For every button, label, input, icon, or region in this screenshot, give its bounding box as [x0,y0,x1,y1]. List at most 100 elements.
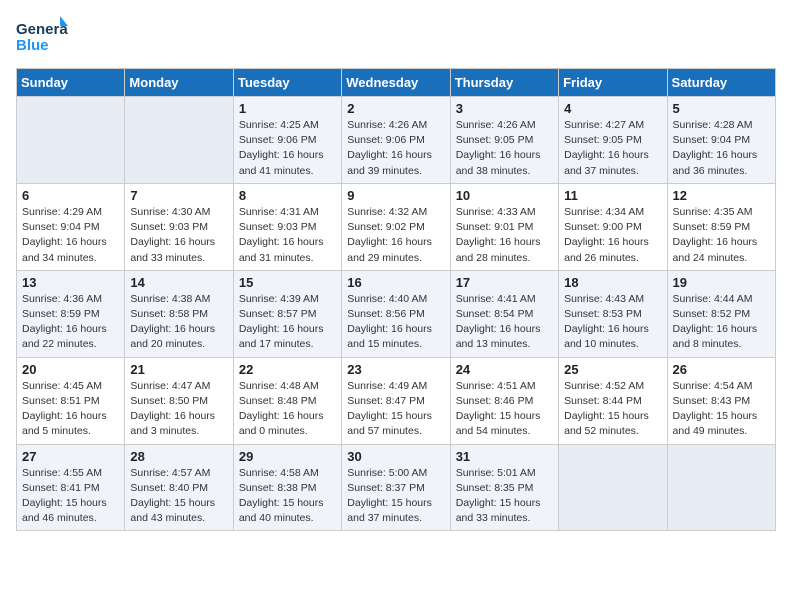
calendar-cell [667,444,775,531]
calendar-cell: 13Sunrise: 4:36 AMSunset: 8:59 PMDayligh… [17,270,125,357]
weekday-header-sunday: Sunday [17,69,125,97]
calendar-week-row: 27Sunrise: 4:55 AMSunset: 8:41 PMDayligh… [17,444,776,531]
day-number: 28 [130,449,227,464]
calendar-cell: 17 Sunrise: 4:41 AMSunset: 8:54 PMDayligh… [450,270,558,357]
day-info: Sunrise: 4:29 AMSunset: 9:04 PMDaylight:… [22,205,119,266]
day-number: 6 [22,188,119,203]
day-info: Sunrise: 5:00 AMSunset: 8:37 PMDaylight:… [347,466,444,527]
calendar-week-row: 20 Sunrise: 4:45 AMSunset: 8:51 PMDayligh… [17,357,776,444]
day-number: 27 [22,449,119,464]
day-number: 20 [22,362,119,377]
day-number: 7 [130,188,227,203]
day-number: 1 [239,101,336,116]
day-number: 16 [347,275,444,290]
weekday-header-friday: Friday [559,69,667,97]
calendar-cell: 11 Sunrise: 4:34 AMSunset: 9:00 PMDayligh… [559,183,667,270]
day-info: Sunrise: 4:45 AMSunset: 8:51 PMDaylight:… [22,379,119,440]
day-number: 30 [347,449,444,464]
day-info: Sunrise: 4:25 AMSunset: 9:06 PMDaylight:… [239,118,336,179]
calendar-cell: 10 Sunrise: 4:33 AMSunset: 9:01 PMDayligh… [450,183,558,270]
day-info: Sunrise: 4:34 AMSunset: 9:00 PMDaylight:… [564,205,661,266]
calendar-cell [125,97,233,184]
calendar-cell: 22 Sunrise: 4:48 AMSunset: 8:48 PMDayligh… [233,357,341,444]
day-info: Sunrise: 4:51 AMSunset: 8:46 PMDaylight:… [456,379,553,440]
weekday-header-saturday: Saturday [667,69,775,97]
day-number: 12 [673,188,770,203]
calendar-cell: 31 Sunrise: 5:01 AMSunset: 8:35 PMDayligh… [450,444,558,531]
day-number: 9 [347,188,444,203]
day-number: 23 [347,362,444,377]
day-info: Sunrise: 4:32 AMSunset: 9:02 PMDaylight:… [347,205,444,266]
calendar-cell: 25Sunrise: 4:52 AMSunset: 8:44 PMDayligh… [559,357,667,444]
day-info: Sunrise: 4:49 AMSunset: 8:47 PMDaylight:… [347,379,444,440]
calendar-week-row: 1 Sunrise: 4:25 AMSunset: 9:06 PMDaylight… [17,97,776,184]
weekday-header-tuesday: Tuesday [233,69,341,97]
calendar-cell: 9 Sunrise: 4:32 AMSunset: 9:02 PMDaylight… [342,183,450,270]
calendar-cell: 16Sunrise: 4:40 AMSunset: 8:56 PMDayligh… [342,270,450,357]
day-info: Sunrise: 4:54 AMSunset: 8:43 PMDaylight:… [673,379,770,440]
calendar-cell: 15Sunrise: 4:39 AMSunset: 8:57 PMDayligh… [233,270,341,357]
calendar-cell: 8 Sunrise: 4:31 AMSunset: 9:03 PMDaylight… [233,183,341,270]
day-info: Sunrise: 4:26 AMSunset: 9:05 PMDaylight:… [456,118,553,179]
day-info: Sunrise: 4:48 AMSunset: 8:48 PMDaylight:… [239,379,336,440]
calendar-cell: 30 Sunrise: 5:00 AMSunset: 8:37 PMDayligh… [342,444,450,531]
weekday-header-wednesday: Wednesday [342,69,450,97]
calendar-cell: 23 Sunrise: 4:49 AMSunset: 8:47 PMDayligh… [342,357,450,444]
calendar-cell: 7 Sunrise: 4:30 AMSunset: 9:03 PMDaylight… [125,183,233,270]
day-number: 24 [456,362,553,377]
day-info: Sunrise: 4:27 AMSunset: 9:05 PMDaylight:… [564,118,661,179]
day-number: 21 [130,362,227,377]
calendar-cell [17,97,125,184]
day-info: Sunrise: 4:31 AMSunset: 9:03 PMDaylight:… [239,205,336,266]
calendar-cell: 5 Sunrise: 4:28 AMSunset: 9:04 PMDaylight… [667,97,775,184]
day-number: 5 [673,101,770,116]
day-info: Sunrise: 4:52 AMSunset: 8:44 PMDaylight:… [564,379,661,440]
day-number: 3 [456,101,553,116]
calendar-cell: 28 Sunrise: 4:57 AMSunset: 8:40 PMDayligh… [125,444,233,531]
day-number: 22 [239,362,336,377]
day-number: 10 [456,188,553,203]
calendar-cell: 24 Sunrise: 4:51 AMSunset: 8:46 PMDayligh… [450,357,558,444]
day-number: 11 [564,188,661,203]
calendar-table: SundayMondayTuesdayWednesdayThursdayFrid… [16,68,776,531]
day-info: Sunrise: 4:36 AMSunset: 8:59 PMDaylight:… [22,292,119,353]
day-number: 18 [564,275,661,290]
day-info: Sunrise: 4:30 AMSunset: 9:03 PMDaylight:… [130,205,227,266]
calendar-cell: 2 Sunrise: 4:26 AMSunset: 9:06 PMDaylight… [342,97,450,184]
day-info: Sunrise: 4:43 AMSunset: 8:53 PMDaylight:… [564,292,661,353]
day-number: 8 [239,188,336,203]
day-number: 4 [564,101,661,116]
page-header: GeneralBlue [16,16,776,58]
svg-text:Blue: Blue [16,37,49,54]
day-info: Sunrise: 4:47 AMSunset: 8:50 PMDaylight:… [130,379,227,440]
calendar-cell: 3 Sunrise: 4:26 AMSunset: 9:05 PMDaylight… [450,97,558,184]
day-number: 26 [673,362,770,377]
calendar-cell: 20 Sunrise: 4:45 AMSunset: 8:51 PMDayligh… [17,357,125,444]
day-info: Sunrise: 4:33 AMSunset: 9:01 PMDaylight:… [456,205,553,266]
calendar-cell: 4 Sunrise: 4:27 AMSunset: 9:05 PMDaylight… [559,97,667,184]
calendar-cell: 19Sunrise: 4:44 AMSunset: 8:52 PMDayligh… [667,270,775,357]
calendar-cell: 1 Sunrise: 4:25 AMSunset: 9:06 PMDaylight… [233,97,341,184]
calendar-week-row: 13Sunrise: 4:36 AMSunset: 8:59 PMDayligh… [17,270,776,357]
calendar-week-row: 6 Sunrise: 4:29 AMSunset: 9:04 PMDaylight… [17,183,776,270]
calendar-cell: 29Sunrise: 4:58 AMSunset: 8:38 PMDayligh… [233,444,341,531]
calendar-cell: 27Sunrise: 4:55 AMSunset: 8:41 PMDayligh… [17,444,125,531]
day-info: Sunrise: 4:57 AMSunset: 8:40 PMDaylight:… [130,466,227,527]
day-number: 29 [239,449,336,464]
day-number: 2 [347,101,444,116]
day-info: Sunrise: 5:01 AMSunset: 8:35 PMDaylight:… [456,466,553,527]
weekday-header-row: SundayMondayTuesdayWednesdayThursdayFrid… [17,69,776,97]
day-info: Sunrise: 4:38 AMSunset: 8:58 PMDaylight:… [130,292,227,353]
day-info: Sunrise: 4:44 AMSunset: 8:52 PMDaylight:… [673,292,770,353]
weekday-header-thursday: Thursday [450,69,558,97]
day-info: Sunrise: 4:41 AMSunset: 8:54 PMDaylight:… [456,292,553,353]
day-number: 31 [456,449,553,464]
day-info: Sunrise: 4:28 AMSunset: 9:04 PMDaylight:… [673,118,770,179]
weekday-header-monday: Monday [125,69,233,97]
day-number: 17 [456,275,553,290]
calendar-cell [559,444,667,531]
day-info: Sunrise: 4:26 AMSunset: 9:06 PMDaylight:… [347,118,444,179]
day-info: Sunrise: 4:35 AMSunset: 8:59 PMDaylight:… [673,205,770,266]
logo: GeneralBlue [16,16,68,58]
calendar-cell: 6 Sunrise: 4:29 AMSunset: 9:04 PMDaylight… [17,183,125,270]
